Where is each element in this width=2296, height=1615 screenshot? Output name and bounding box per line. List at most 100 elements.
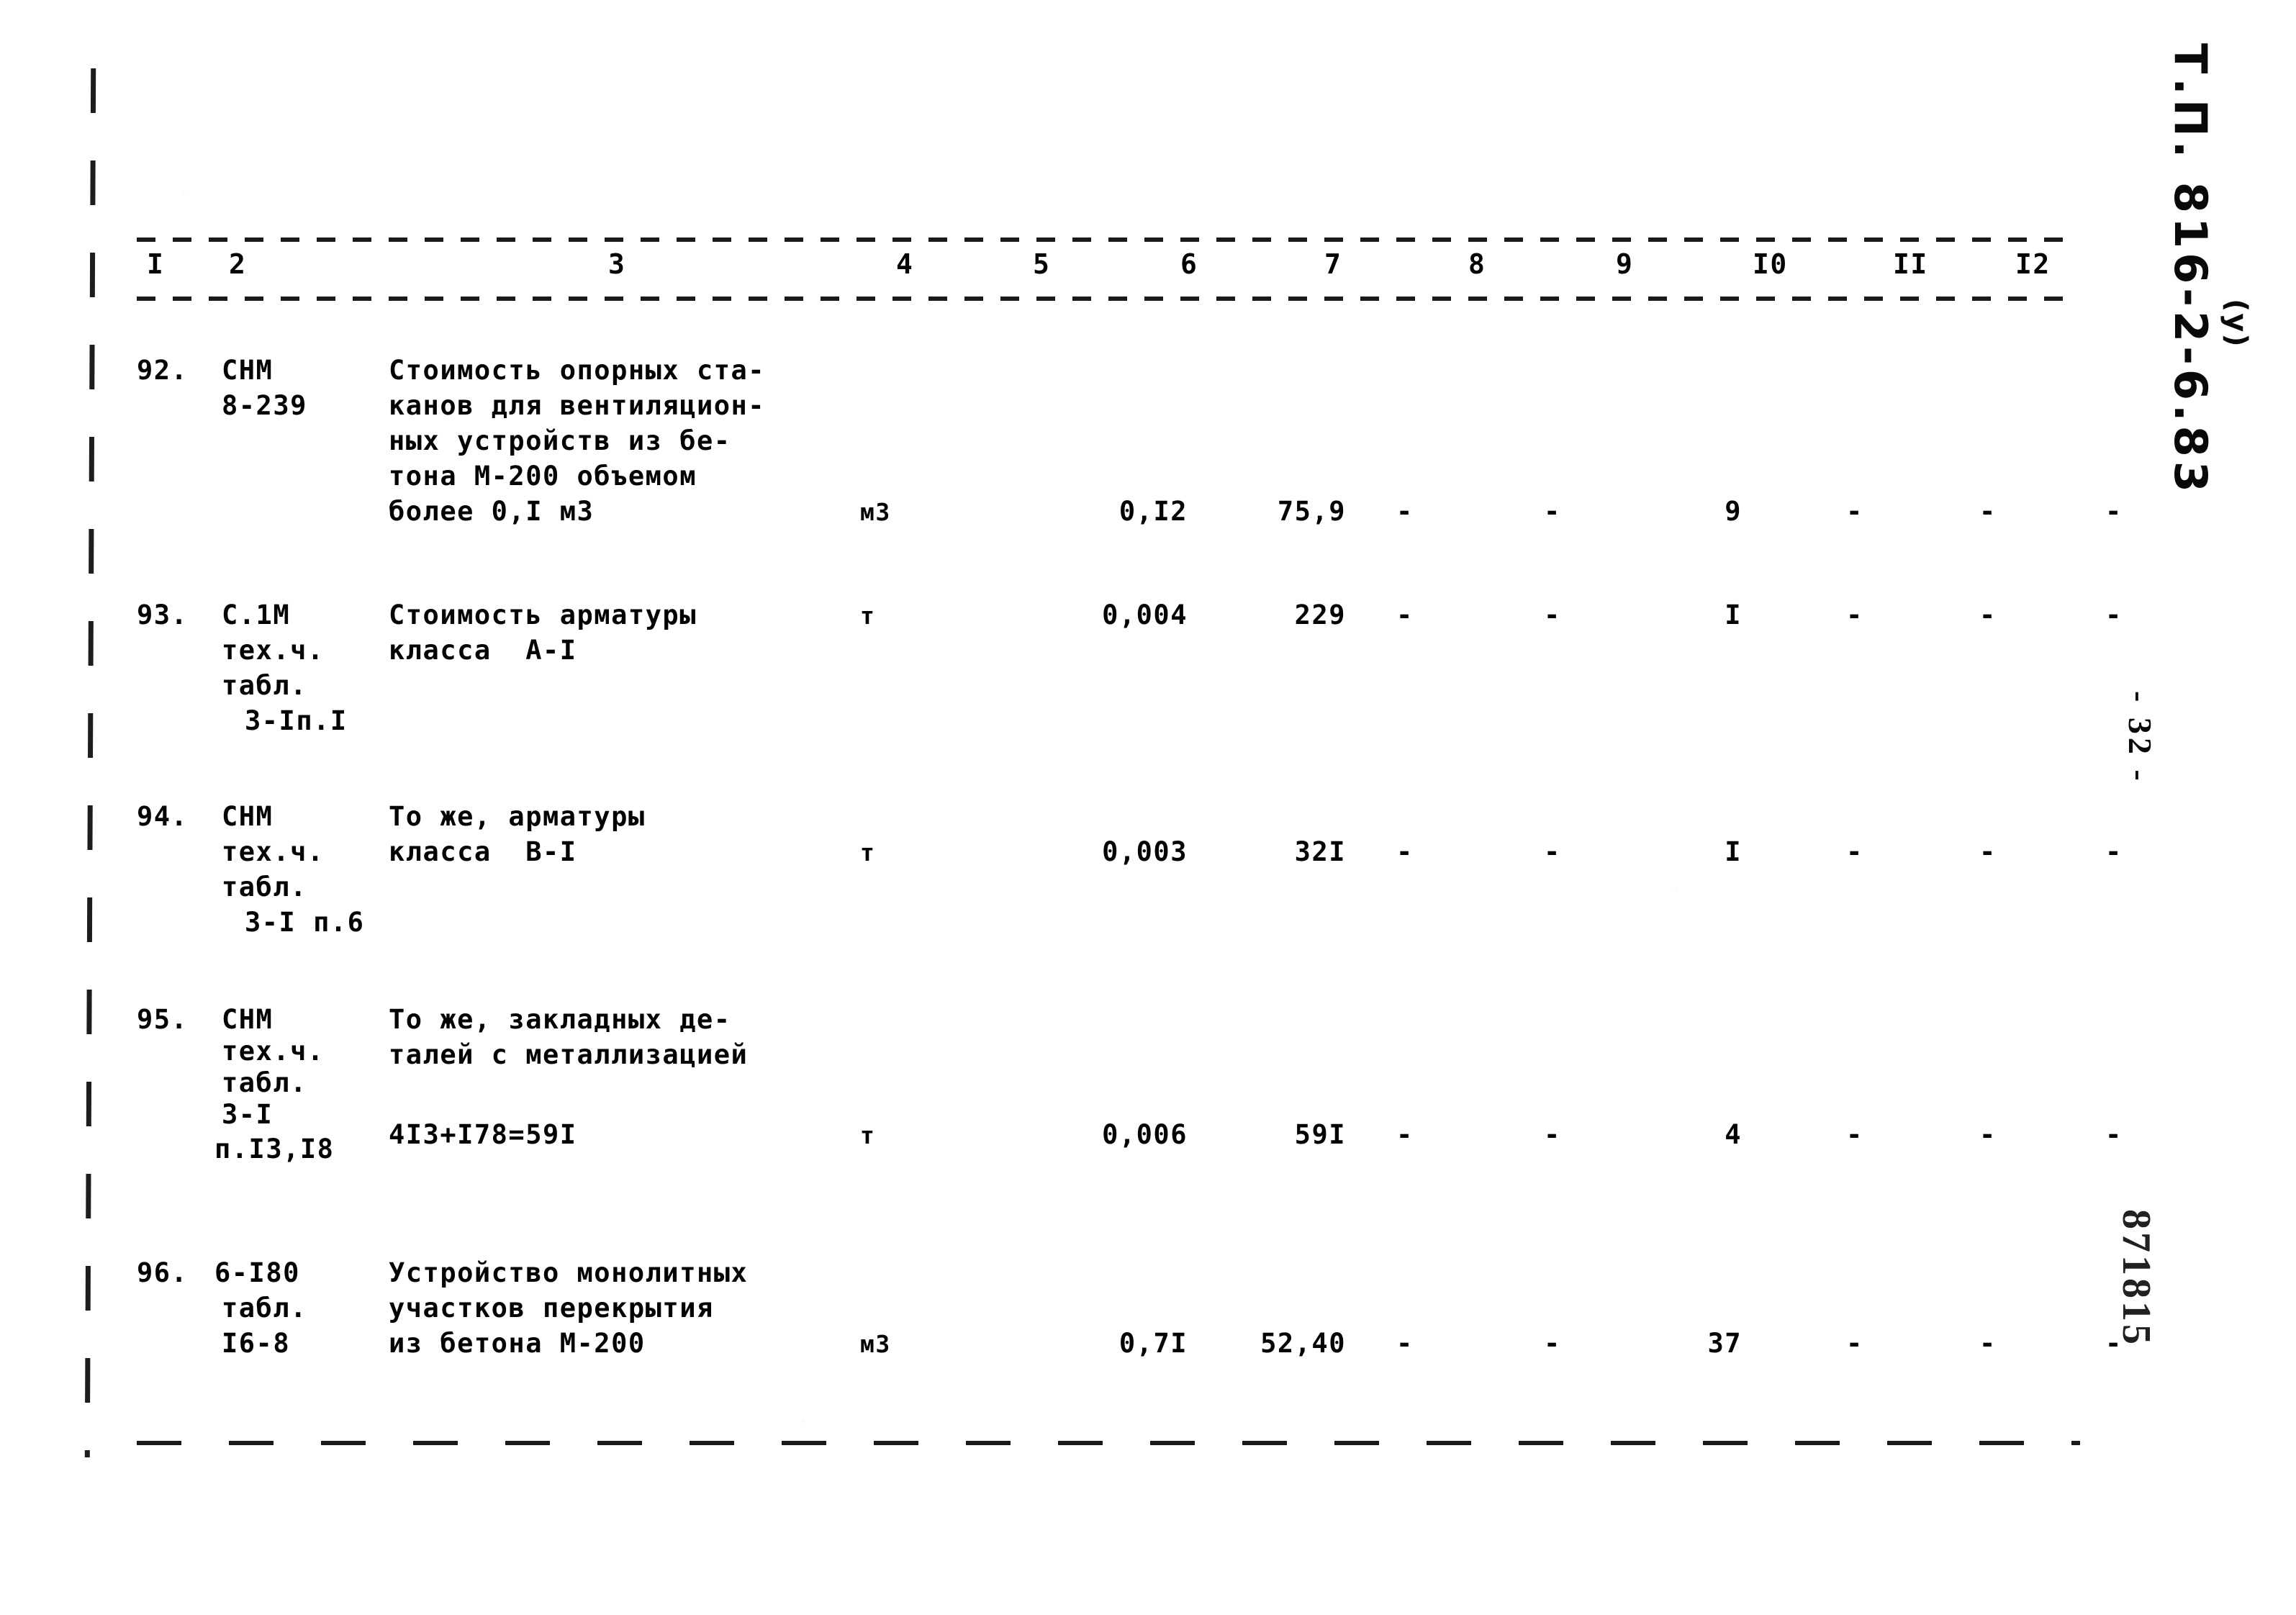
row-code-line: п.I3,I8	[214, 1134, 335, 1164]
scanned-page: I 2 3 4 5 6 7 8 9 I0 II I2 92. СНМ 8-239…	[0, 0, 2296, 1615]
row-col7: -	[1396, 1328, 1414, 1359]
row-col6: 52,40	[1260, 1328, 1346, 1359]
row-code-line: 6-I80	[214, 1257, 300, 1288]
row-col10: -	[1846, 1328, 1863, 1359]
row-col11: -	[1979, 1328, 1997, 1359]
row-unit: т	[860, 1121, 876, 1149]
column-header-12: I2	[2015, 248, 2051, 280]
row-col9: 37	[1707, 1328, 1742, 1359]
row-col7: -	[1396, 496, 1414, 527]
row-code-line: СНМ	[222, 355, 274, 386]
row-code-line: 8-239	[222, 390, 307, 421]
row-col12: -	[2105, 496, 2123, 527]
row-code-line: СНМ	[222, 1004, 274, 1035]
row-col10: -	[1846, 600, 1863, 630]
row-unit: т	[860, 602, 876, 630]
row-col9: 4	[1725, 1119, 1742, 1150]
row-col6: 59I	[1294, 1119, 1346, 1150]
row-description-line: То же, арматуры	[389, 801, 646, 832]
row-col12: -	[2105, 1119, 2123, 1150]
table-row: 95. СНМ тех.ч. табл. 3-I п.I3,I8 То же, …	[137, 1002, 2121, 1218]
row-col6: 229	[1294, 600, 1346, 630]
row-description-line: тона М-200 объемом	[389, 461, 697, 492]
row-col8: -	[1544, 496, 1561, 527]
left-margin-dashed-rule	[84, 68, 96, 1458]
row-description-line: участков перекрытия	[389, 1293, 714, 1324]
column-header-4: 4	[896, 248, 914, 280]
table-row: 93. С.1М тех.ч. табл. 3-Iп.I Стоимость а…	[137, 597, 2121, 777]
row-number: 96.	[137, 1257, 189, 1288]
row-col11: -	[1979, 1119, 1997, 1150]
column-header-8: 8	[1468, 248, 1486, 280]
row-col7: -	[1396, 836, 1414, 867]
inventory-number: 871815	[2114, 1209, 2159, 1347]
table-row: 92. СНМ 8-239 Стоимость опорных ста- кан…	[137, 353, 2121, 561]
row-col8: -	[1544, 1119, 1561, 1150]
row-col9: I	[1725, 836, 1742, 867]
column-header-10: I0	[1753, 248, 1788, 280]
page-number: - 32 -	[2122, 691, 2159, 784]
row-col12: -	[2105, 600, 2123, 630]
row-unit: м3	[860, 1330, 891, 1358]
row-code-line: I6-8	[222, 1328, 291, 1359]
column-header-9: 9	[1616, 248, 1634, 280]
row-col10: -	[1846, 836, 1863, 867]
row-col8: -	[1544, 600, 1561, 630]
row-col6: 75,9	[1277, 496, 1346, 527]
row-description-line: канов для вентиляцион-	[389, 390, 766, 421]
row-unit: м3	[860, 498, 891, 526]
table-header-bottom-border	[137, 297, 2080, 301]
estimate-table: I 2 3 4 5 6 7 8 9 I0 II I2 92. СНМ 8-239…	[137, 238, 2121, 1445]
document-code: Т.П. 816-2-6.83	[2164, 43, 2217, 497]
row-col5: 0,003	[1102, 836, 1188, 867]
row-code-line: СНМ	[222, 801, 274, 832]
row-col10: -	[1846, 1119, 1863, 1150]
row-number: 92.	[137, 355, 189, 386]
row-col5: 0,I2	[1118, 496, 1188, 527]
row-code-line: табл.	[222, 670, 307, 701]
row-description-line: Стоимость опорных ста-	[389, 355, 766, 386]
row-col12: -	[2105, 836, 2123, 867]
row-col8: -	[1544, 836, 1561, 867]
row-col11: -	[1979, 600, 1997, 630]
row-description-line: ных устройств из бе-	[389, 425, 731, 456]
row-col11: -	[1979, 836, 1997, 867]
row-code-line: 3-I	[222, 1099, 274, 1130]
column-header-3: 3	[608, 248, 626, 280]
row-col5: 0,004	[1102, 600, 1188, 630]
row-description-line: талей с металлизацией	[389, 1039, 749, 1070]
row-code-line: табл.	[222, 872, 307, 902]
row-code-line: табл.	[222, 1067, 307, 1098]
row-description-formula: 4I3+I78=59I	[389, 1119, 577, 1150]
row-description-line: класса В-I	[389, 836, 577, 867]
row-code-line: 3-Iп.I	[245, 705, 348, 736]
table-row: 94. СНМ тех.ч. табл. 3-I п.6 То же, арма…	[137, 799, 2121, 979]
row-col5: 0,006	[1102, 1119, 1188, 1150]
table-bottom-border	[137, 1441, 2080, 1445]
column-header-1: I	[147, 248, 165, 280]
row-code-line: табл.	[222, 1293, 307, 1324]
table-row: 96. 6-I80 табл. I6-8 Устройство монолитн…	[137, 1255, 2121, 1399]
row-unit: т	[860, 838, 876, 867]
row-col5: 0,7I	[1118, 1328, 1188, 1359]
row-col8: -	[1544, 1328, 1561, 1359]
row-description-line: класса А-I	[389, 635, 577, 666]
row-code-line: С.1М	[222, 600, 291, 630]
row-col6: 32I	[1294, 836, 1346, 867]
row-col9: 9	[1725, 496, 1742, 527]
column-header-7: 7	[1324, 248, 1342, 280]
column-header-6: 6	[1180, 248, 1198, 280]
row-code-line: 3-I п.6	[245, 907, 365, 938]
row-description-line: Устройство монолитных	[389, 1257, 749, 1288]
document-code-suffix: (у)	[2220, 299, 2253, 348]
row-description-line: из бетона М-200	[389, 1328, 646, 1359]
row-col7: -	[1396, 1119, 1414, 1150]
row-number: 94.	[137, 801, 189, 832]
row-code-line: тех.ч.	[222, 635, 325, 666]
row-number: 95.	[137, 1004, 189, 1035]
row-description-line: То же, закладных де-	[389, 1004, 731, 1035]
row-code-line: тех.ч.	[222, 836, 325, 867]
row-col7: -	[1396, 600, 1414, 630]
column-header-2: 2	[229, 248, 247, 280]
table-column-header-row: I 2 3 4 5 6 7 8 9 I0 II I2	[137, 242, 2080, 297]
